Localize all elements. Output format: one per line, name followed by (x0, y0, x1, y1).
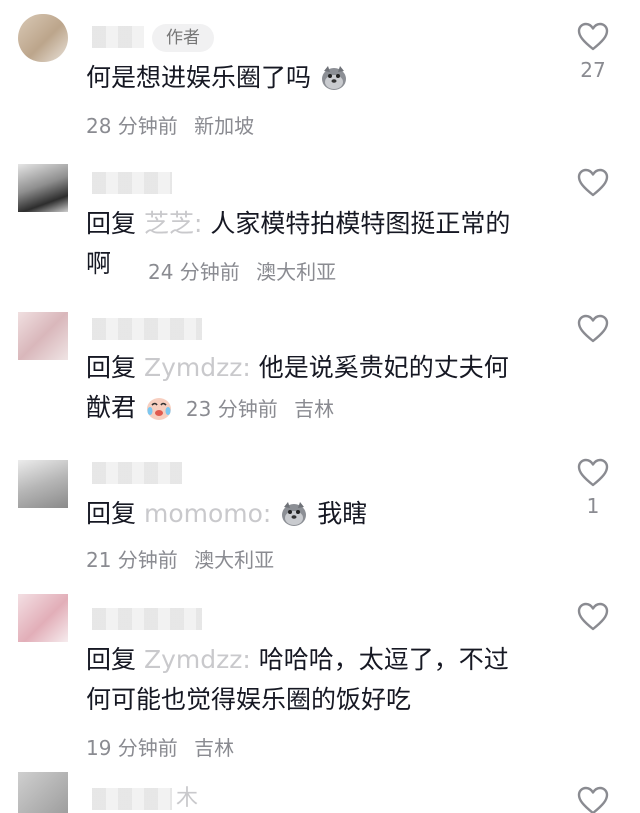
dog-icon (279, 498, 309, 540)
heart-icon (577, 786, 609, 813)
reply-target[interactable]: Zymdzz: (144, 645, 251, 674)
reply-prefix: 回复 (86, 353, 137, 382)
reply-target[interactable]: 芝芝: (144, 209, 202, 238)
reply-target[interactable]: Zymdzz: (144, 353, 251, 382)
comment-meta: 21 分钟前 澳大利亚 (86, 544, 284, 573)
reply-prefix: 回复 (86, 499, 137, 528)
like-button[interactable] (576, 602, 610, 638)
comment-time: 28 分钟前 (86, 114, 178, 138)
dog-icon (319, 62, 349, 104)
avatar[interactable] (18, 164, 68, 212)
reply-target[interactable]: momomo: (144, 499, 271, 528)
comment-item[interactable]: 回复 Zymdzz: 哈哈哈，太逗了，不过何可能也觉得娱乐圈的饭好吃 19 分钟… (0, 590, 640, 760)
avatar[interactable] (18, 460, 68, 508)
heart-icon (577, 22, 609, 51)
reply-prefix: 回复 (86, 209, 137, 238)
like-button[interactable] (576, 786, 610, 813)
crying-laughing-icon (144, 392, 174, 434)
comment-meta: 24 分钟前 澳大利亚 (148, 256, 346, 285)
comment-text: 回复 momomo: 我瞎 (86, 494, 530, 540)
avatar[interactable] (18, 772, 68, 813)
comment-body: 何是想进娱乐圈了吗 (86, 63, 312, 92)
username-blurred[interactable] (92, 462, 182, 484)
comment-location: 澳大利亚 (256, 260, 337, 284)
like-button[interactable]: 27 (576, 22, 610, 82)
heart-icon (577, 458, 609, 487)
heart-icon (577, 168, 609, 197)
heart-icon (577, 314, 609, 343)
username-blurred[interactable] (92, 26, 144, 48)
comment-text: 何是想进娱乐圈了吗 (86, 58, 530, 104)
reply-prefix: 回复 (86, 645, 137, 674)
comment-item[interactable]: 回复 Zymdzz: 他是说奚贵妃的丈夫何猷君 23 分钟前 吉林 (0, 300, 640, 450)
comment-location: 新加坡 (194, 114, 255, 138)
comment-time: 21 分钟前 (86, 548, 178, 572)
comment-meta: 23 分钟前 吉林 (186, 397, 344, 421)
comment-username: 木 (176, 784, 530, 813)
heart-icon (577, 602, 609, 631)
comment-text: 回复 Zymdzz: 他是说奚贵妃的丈夫何猷君 23 分钟前 吉林 (86, 348, 530, 434)
username-blurred[interactable] (92, 608, 202, 630)
comment-item[interactable]: 回复 momomo: 我瞎 21 分钟前 澳大利亚 1 (0, 450, 640, 590)
comment-item[interactable]: 回复 芝芝: 人家模特拍模特图挺正常的啊 24 分钟前 澳大利亚 (0, 150, 640, 300)
author-badge: 作者 (152, 24, 214, 52)
comment-meta: 19 分钟前 吉林 (86, 732, 244, 761)
username-text: 木 (176, 786, 199, 811)
avatar[interactable] (18, 14, 68, 62)
comment-item[interactable]: 作者 何是想进娱乐圈了吗 28 分钟前 新加坡 27 (0, 0, 640, 150)
comment-item[interactable]: 木 (0, 770, 640, 813)
username-blurred[interactable] (92, 318, 202, 340)
comment-body: 我瞎 (317, 499, 368, 528)
comment-location: 吉林 (194, 736, 235, 760)
comment-time: 24 分钟前 (148, 260, 240, 284)
like-count: 27 (580, 58, 606, 82)
comment-location: 吉林 (294, 397, 335, 421)
comment-text: 回复 Zymdzz: 哈哈哈，太逗了，不过何可能也觉得娱乐圈的饭好吃 (86, 640, 530, 720)
comment-time: 19 分钟前 (86, 736, 178, 760)
like-count: 1 (586, 494, 600, 518)
username-blurred[interactable] (92, 788, 172, 810)
avatar[interactable] (18, 312, 68, 360)
comment-location: 澳大利亚 (194, 548, 275, 572)
like-button[interactable] (576, 168, 610, 204)
like-button[interactable]: 1 (576, 458, 610, 518)
like-button[interactable] (576, 314, 610, 350)
username-blurred[interactable] (92, 172, 172, 194)
comment-time: 23 分钟前 (185, 397, 278, 421)
comment-meta: 28 分钟前 新加坡 (86, 110, 264, 139)
avatar[interactable] (18, 594, 68, 642)
